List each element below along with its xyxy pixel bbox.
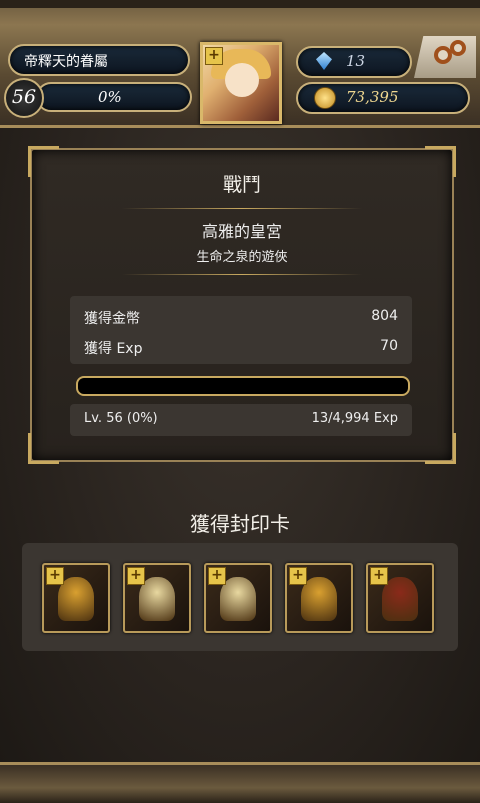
- exp-progress-bar: [76, 376, 410, 396]
- battle-heading: 戰鬥: [222, 174, 261, 196]
- cards-heading: 獲得封印卡: [190, 512, 290, 536]
- plus-icon: +: [205, 47, 223, 65]
- reward-label: 獲得 Exp: [84, 341, 143, 357]
- plus-icon: +: [370, 567, 388, 585]
- divider: [122, 274, 362, 275]
- plus-icon: +: [289, 567, 307, 585]
- gold-count: 73,395: [346, 88, 399, 106]
- player-title-pill: 帝釋天的眷屬: [8, 44, 190, 76]
- reward-value: 804: [371, 308, 398, 324]
- golden-dragon-knight-card[interactable]: +: [285, 563, 353, 633]
- player-avatar[interactable]: +: [200, 42, 282, 124]
- gem-counter[interactable]: 13: [296, 46, 412, 78]
- angel-maiden-card[interactable]: +: [123, 563, 191, 633]
- level-label: Lv. 56 (0%): [84, 411, 158, 426]
- level-info-box: Lv. 56 (0%) 13/4,994 Exp: [70, 404, 412, 436]
- angel-maiden-card[interactable]: +: [204, 563, 272, 633]
- gold-counter[interactable]: 73,395: [296, 82, 470, 114]
- gear-small-icon: [450, 40, 466, 56]
- settings-button[interactable]: [414, 36, 476, 78]
- reward-row-gold: 獲得金幣 804: [84, 308, 398, 332]
- gem-count: 13: [346, 52, 366, 70]
- plus-icon: +: [127, 567, 145, 585]
- divider: [122, 208, 362, 209]
- player-level-badge: 56: [4, 78, 44, 118]
- avatar-face: [225, 63, 259, 97]
- exp-progress-text: 13/4,994 Exp: [311, 411, 398, 426]
- top-status-bar: 帝釋天的眷屬 0% 56 + 13 73,395: [0, 0, 480, 128]
- ornament-corner: [28, 433, 59, 464]
- player-title: 帝釋天的眷屬: [24, 54, 108, 70]
- golden-dragon-knight-card[interactable]: +: [42, 563, 110, 633]
- bottom-frame: [0, 762, 480, 803]
- player-level: 56: [11, 86, 37, 108]
- plus-icon: +: [46, 567, 64, 585]
- rewards-box: 獲得金幣 804 獲得 Exp 70: [70, 296, 412, 364]
- gem-icon: [316, 52, 332, 70]
- player-exp-pill: 0%: [36, 82, 192, 112]
- player-exp-percent: 0%: [98, 88, 122, 106]
- ornament-corner: [425, 433, 456, 464]
- reward-value: 70: [380, 338, 398, 354]
- battle-result-panel: 戰鬥 高雅的皇宮 生命之泉的遊俠 獲得金幣 804 獲得 Exp 70 Lv. …: [28, 146, 456, 464]
- red-armored-knight-card[interactable]: +: [366, 563, 434, 633]
- obtained-cards-box: + + + + +: [22, 543, 458, 651]
- coin-icon: [314, 87, 336, 109]
- reward-row-exp: 獲得 Exp 70: [84, 338, 398, 362]
- sub-stage-name: 生命之泉的遊俠: [196, 250, 288, 265]
- plus-icon: +: [208, 567, 226, 585]
- reward-label: 獲得金幣: [84, 311, 140, 327]
- stage-name: 高雅的皇宮: [201, 222, 282, 241]
